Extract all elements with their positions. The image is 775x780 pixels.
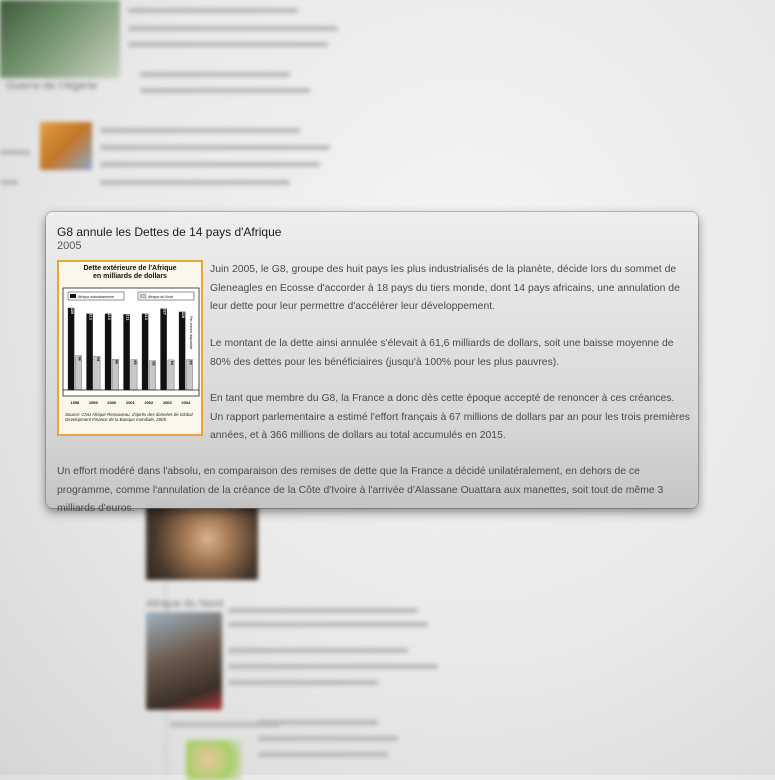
- x-tick-label-2000: 2000: [107, 400, 117, 405]
- bar-value-label: 213: [89, 314, 93, 320]
- background-label: Guerre de l'Algérie: [6, 80, 98, 92]
- bar-north-africa-1998: [75, 355, 82, 391]
- bar-subsaharan-1999: [86, 313, 93, 391]
- background-text-line: [128, 26, 338, 31]
- background-label: Afrique du Nord: [146, 598, 224, 610]
- background-text-line: [258, 752, 388, 757]
- bar-value-label: 213: [144, 314, 148, 320]
- x-tick-label-1999: 1999: [89, 400, 99, 405]
- bar-subsaharan-2000: [104, 313, 112, 391]
- background-text-line: [100, 162, 320, 167]
- timeline-event-card[interactable]: G8 annule les Dettes de 14 pays d'Afriqu…: [46, 212, 698, 514]
- debt-bar-chart: Afrique subsaharienne Afrique du Nord 229 9…: [62, 287, 200, 405]
- background-text-line: [0, 150, 30, 155]
- bar-value-label: 211: [126, 314, 130, 320]
- legend-swatch-north-africa: [139, 293, 147, 299]
- background-text-line: [258, 720, 378, 725]
- bar-value-label: 213: [107, 314, 111, 320]
- background-text-line: [228, 608, 418, 613]
- background-text-line: [228, 648, 408, 653]
- background-text-line: [140, 88, 310, 93]
- bar-value-label: 85: [189, 360, 193, 364]
- background-text-line: [128, 42, 328, 47]
- x-tick-label-2004: 2004: [181, 400, 191, 405]
- bar-value-label: 96: [78, 356, 82, 360]
- bar-value-label: 227: [163, 308, 167, 314]
- event-paragraph-4: Un effort modéré dans l'absolu, en compa…: [57, 466, 664, 515]
- debt-chart-figure: Dette extérieure de l'Afrique en milliar…: [57, 260, 203, 436]
- event-date: 2005: [57, 240, 82, 252]
- event-paragraph-2: Le montant de la dette ainsi annulée s'é…: [210, 338, 674, 368]
- chart-title-line-1: Dette extérieure de l'Afrique: [83, 265, 177, 272]
- background-text-line: [100, 128, 300, 133]
- event-title: G8 annule les Dettes de 14 pays d'Afriqu…: [57, 225, 282, 239]
- background-text-line: [258, 736, 398, 741]
- background-thumbnail-map: [40, 122, 92, 170]
- x-tick-label-2003: 2003: [163, 400, 173, 405]
- background-text-line: [0, 180, 18, 185]
- x-tick-label-1998: 1998: [70, 400, 80, 405]
- legend-label-north-africa: Afrique du Nord: [148, 295, 173, 299]
- background-text-line: [228, 664, 438, 669]
- background-text-line: [100, 180, 290, 185]
- legend-swatch-subsaharan: [70, 294, 76, 298]
- bar-subsaharan-2001: [123, 314, 130, 391]
- background-text-line: [100, 145, 330, 150]
- bar-subsaharan-2002: [141, 313, 149, 391]
- bar-value-label: 86: [115, 360, 119, 364]
- missing-data-note: Pas encore disponible: [189, 316, 193, 349]
- bar-subsaharan-1998: [67, 307, 75, 391]
- x-tick-label-2001: 2001: [126, 400, 136, 405]
- x-tick-label-2002: 2002: [144, 400, 154, 405]
- event-paragraph-3: En tant que membre du G8, la France a do…: [210, 393, 690, 442]
- bar-value-label: 229: [70, 308, 74, 314]
- bar-subsaharan-2003: [160, 308, 167, 391]
- background-text-line: [128, 8, 298, 13]
- background-thumbnail-small: [186, 740, 242, 780]
- bar-value-label: 85: [133, 360, 137, 364]
- background-thumbnail-photo: [146, 612, 222, 710]
- background-text-line: [228, 680, 378, 685]
- chart-source-note: Source: CNU Afrique Renouveau, d'après d…: [65, 412, 193, 422]
- background-text-line: [228, 622, 428, 627]
- bar-subsaharan-2004: [178, 311, 186, 391]
- bar-value-label: 218: [181, 312, 185, 318]
- event-paragraph-1: Juin 2005, le G8, groupe des huit pays l…: [210, 264, 680, 313]
- bar-value-label: 82: [152, 361, 156, 365]
- legend-label-subsaharan: Afrique subsaharienne: [78, 295, 114, 299]
- chart-title-line-2: en milliards de dollars: [93, 273, 167, 280]
- background-text-line: [140, 72, 290, 77]
- background-thumbnail-top: [0, 0, 120, 78]
